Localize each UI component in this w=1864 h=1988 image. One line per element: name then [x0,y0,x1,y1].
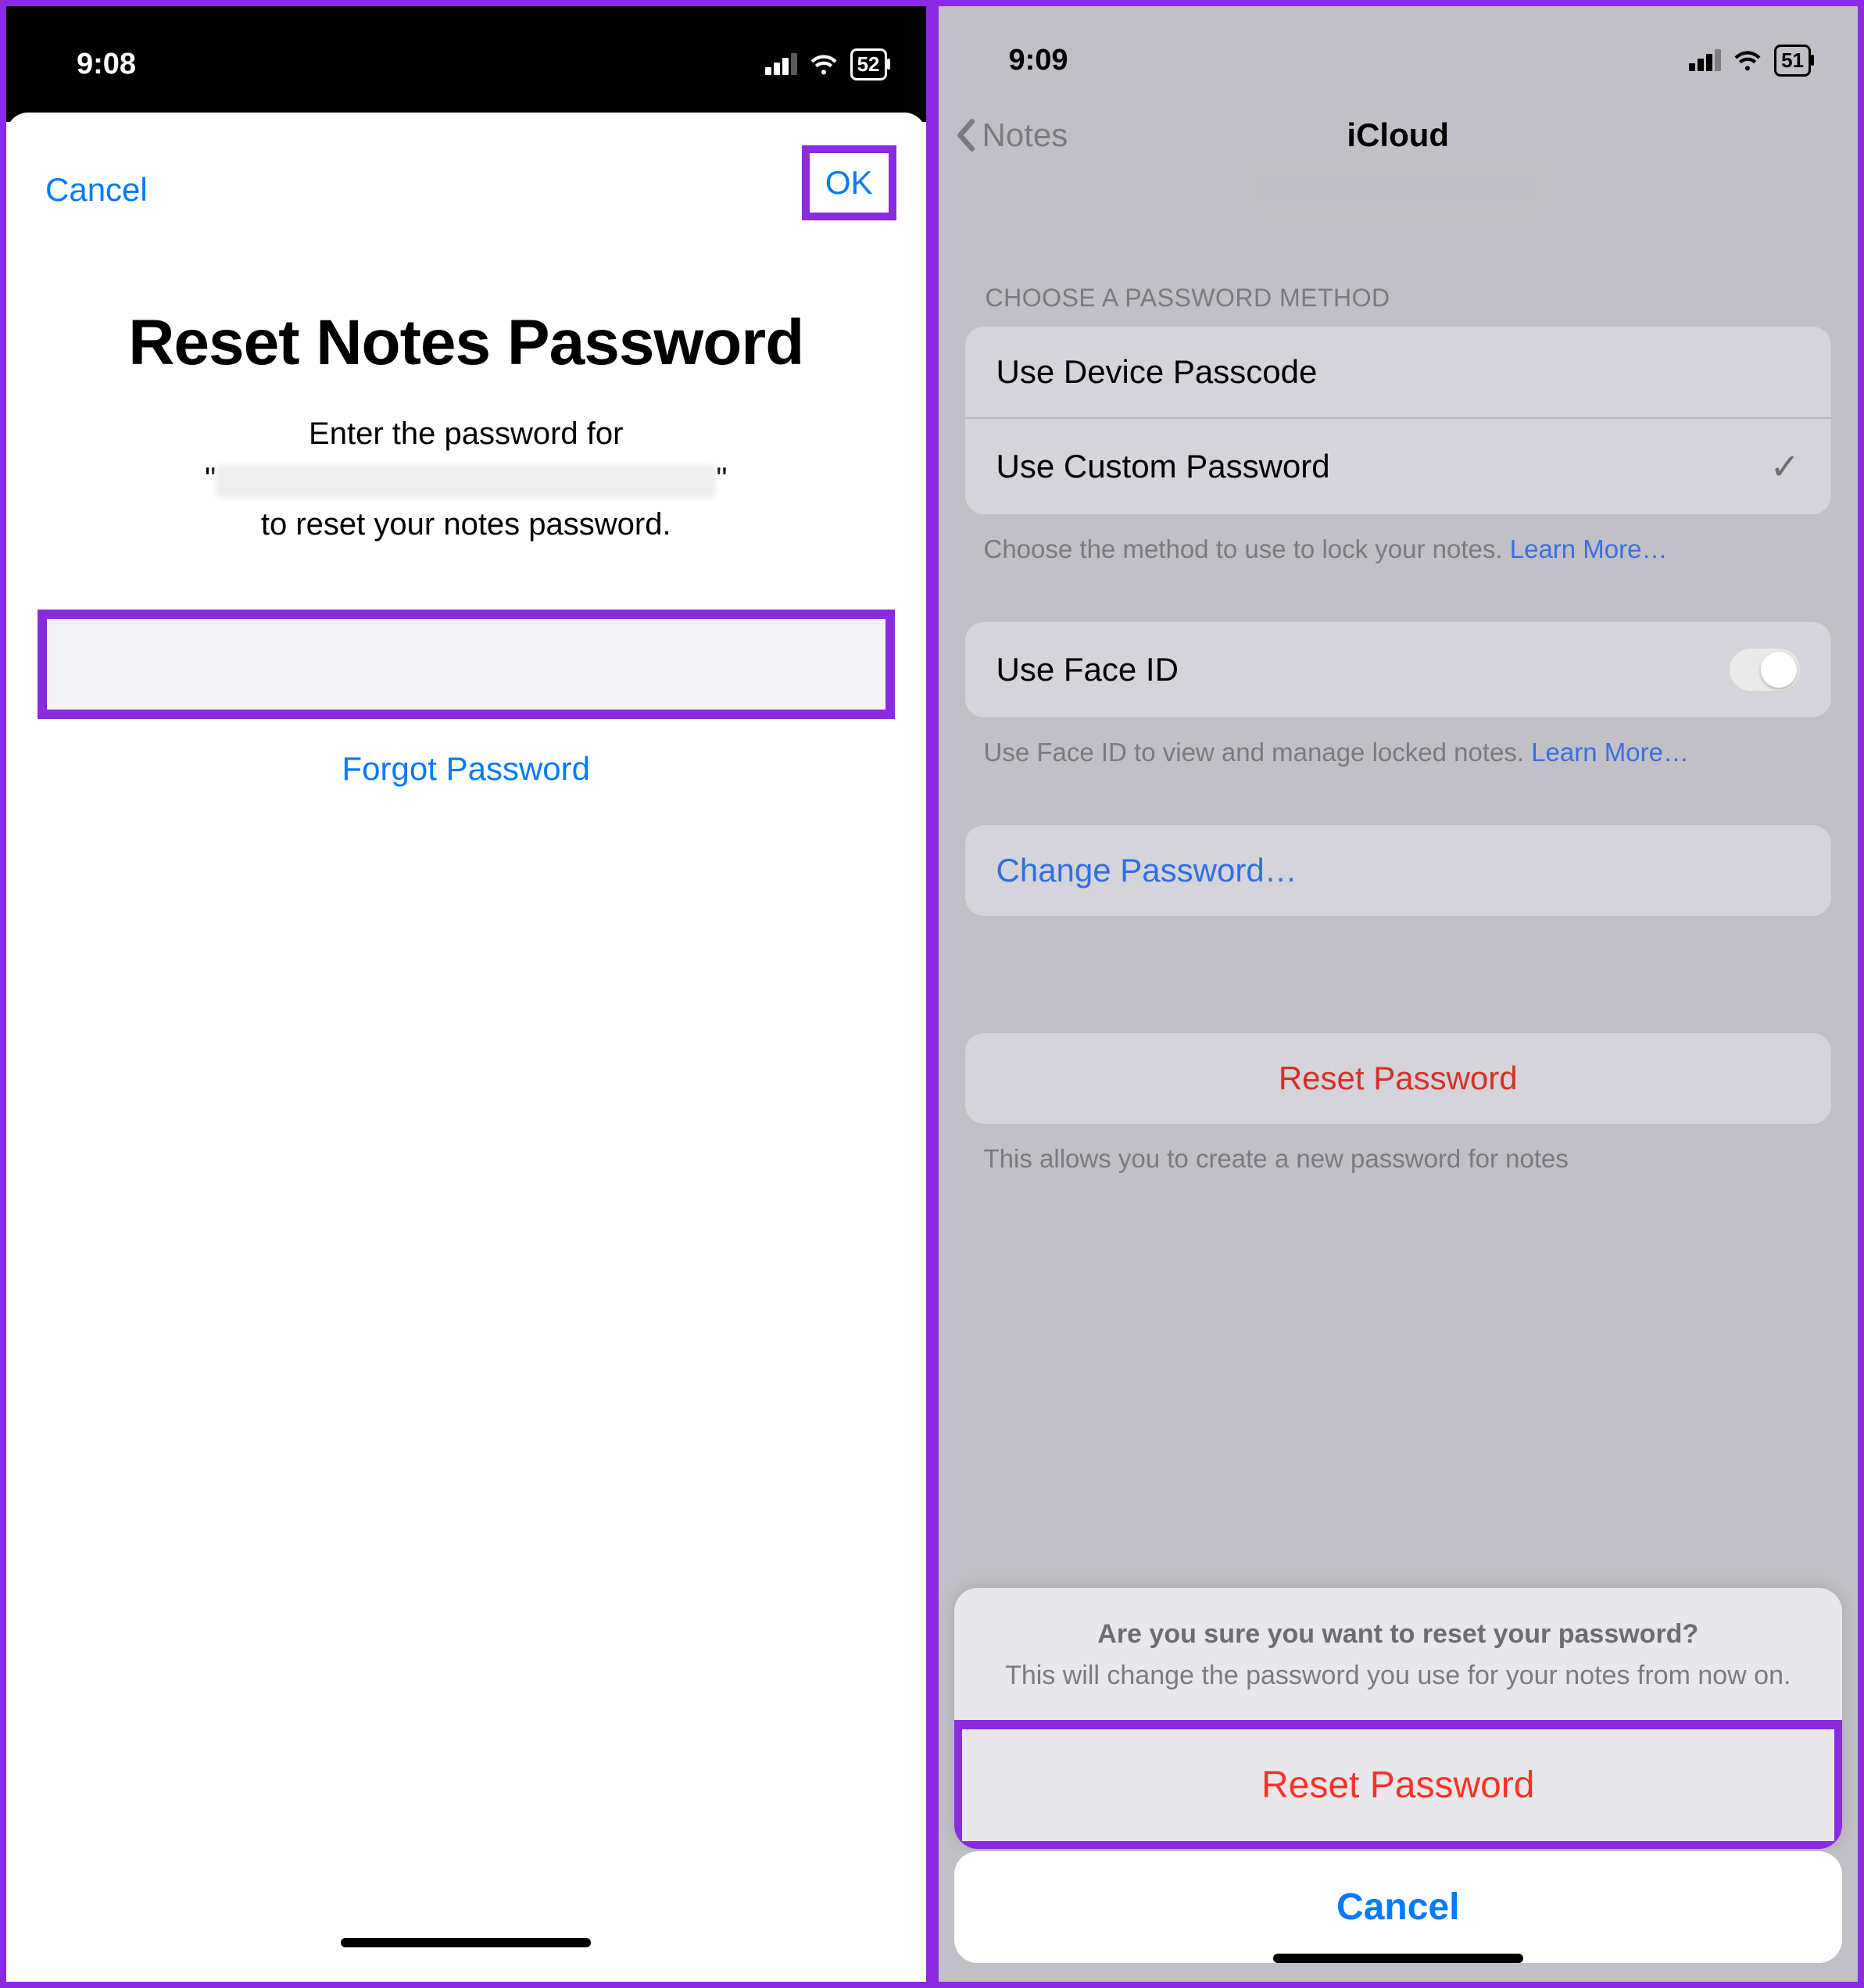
wifi-icon [1732,45,1763,76]
status-bar: 9:08 52 [6,6,926,122]
cancel-button[interactable]: Cancel [954,1851,1843,1963]
password-input[interactable] [47,619,885,710]
chevron-left-icon [954,118,976,152]
learn-more-link[interactable]: Learn More… [1531,738,1689,767]
redacted-email [216,465,716,498]
cancel-button[interactable]: Cancel [45,171,148,209]
signal-icon [1689,49,1721,71]
section-header: CHOOSE A PASSWORD METHOD [986,284,1819,313]
section-footer: This allows you to create a new password… [984,1141,1819,1177]
section-footer: Choose the method to use to lock your no… [984,531,1819,567]
wifi-icon [808,48,839,80]
action-sheet-subtitle: This will change the password you use fo… [993,1657,1804,1695]
redacted-subtitle [1258,175,1539,202]
home-indicator [1273,1954,1523,1963]
highlight-box-password [38,610,895,719]
home-indicator [341,1938,591,1947]
face-id-toggle[interactable] [1730,649,1800,691]
row-use-custom-password[interactable]: Use Custom Password ✓ [965,417,1832,514]
page-title: iCloud [1347,116,1449,154]
checkmark-icon: ✓ [1769,445,1800,488]
section-footer: Use Face ID to view and manage locked no… [984,735,1819,771]
ok-button[interactable]: OK [825,164,873,201]
highlight-box-ok: OK [802,145,896,220]
modal-title: Reset Notes Password [6,306,926,380]
status-bar: 9:09 51 [939,6,1859,92]
forgot-password-link[interactable]: Forgot Password [6,750,926,788]
back-button[interactable]: Notes [954,100,1068,170]
status-icons: 52 [765,48,887,80]
modal-sheet: Cancel OK Reset Notes Password Enter the… [6,113,926,1966]
signal-icon [765,53,797,75]
battery-icon: 51 [1774,45,1811,77]
modal-subtitle: Enter the password for "" to reset your … [38,411,895,547]
reset-password-button[interactable]: Reset Password [954,1720,1843,1849]
status-time: 9:09 [1009,44,1068,77]
battery-icon: 52 [850,48,887,80]
learn-more-link[interactable]: Learn More… [1510,535,1668,563]
action-sheet: Are you sure you want to reset your pass… [954,1588,1843,1849]
row-use-face-id[interactable]: Use Face ID [965,622,1832,717]
status-time: 9:08 [77,48,136,81]
row-reset-password[interactable]: Reset Password [965,1033,1832,1124]
row-use-device-passcode[interactable]: Use Device Passcode [965,327,1832,417]
status-icons: 51 [1689,45,1811,77]
action-sheet-title: Are you sure you want to reset your pass… [993,1619,1804,1650]
row-change-password[interactable]: Change Password… [965,825,1832,916]
